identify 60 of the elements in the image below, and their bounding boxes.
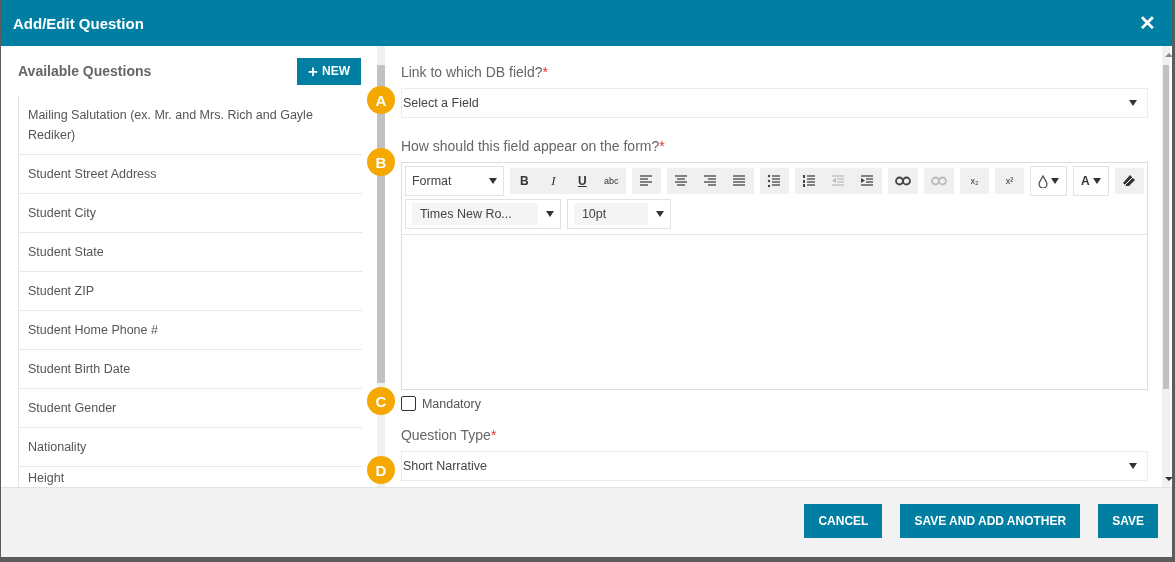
toolbar-button[interactable]: B [509, 168, 539, 194]
field-label: Question Type* [400, 427, 498, 443]
toolbar-button[interactable]: A [1073, 167, 1108, 195]
link-icon [894, 176, 911, 186]
align-center-icon [674, 174, 689, 188]
checkbox[interactable] [400, 396, 416, 411]
checkbox-label: Mandatory [421, 396, 481, 411]
scroll-down-icon [1164, 477, 1172, 481]
outdent-icon [831, 174, 846, 188]
footer-button[interactable]: CANCEL [804, 503, 883, 538]
new-button[interactable]: + NEW [297, 57, 361, 85]
field-label: Link to which DB field?* [400, 64, 549, 80]
font-dropdown[interactable]: Times New Ro... [404, 199, 561, 229]
caret-icon [1128, 100, 1137, 106]
panel-title: Available Questions [18, 63, 152, 79]
caret-icon [655, 211, 664, 217]
scrollbar[interactable] [1161, 46, 1170, 487]
rich-text-editor[interactable]: Format B I U abc x₂ x² A Times New Ro... 10pt [400, 162, 1148, 390]
question-type-select[interactable]: Short Narrative [400, 451, 1148, 481]
droplet-icon [1037, 174, 1048, 188]
align-left-icon [639, 174, 654, 188]
toolbar-button[interactable]: I [538, 168, 568, 194]
toolbar-button[interactable]: abc [596, 168, 626, 194]
question-item[interactable]: Nationality [19, 428, 362, 467]
question-item[interactable]: Student Birth Date [19, 350, 362, 389]
caret-icon [1128, 463, 1137, 469]
caret-icon [545, 211, 554, 217]
indent-icon [860, 174, 875, 188]
footer-button[interactable]: SAVE AND ADD ANOTHER [900, 503, 1081, 538]
question-item[interactable]: Student Home Phone # [19, 311, 362, 350]
question-item[interactable]: Student ZIP [19, 272, 362, 311]
caret-icon [1092, 178, 1101, 184]
toolbar-button[interactable]: x² [994, 168, 1024, 194]
footer-button[interactable]: SAVE [1098, 503, 1158, 538]
size-dropdown[interactable]: 10pt [566, 199, 671, 229]
db-field-select[interactable]: Select a Field [400, 88, 1148, 118]
toolbar-button[interactable]: U [567, 168, 597, 194]
question-item[interactable]: Mailing Salutation (ex. Mr. and Mrs. Rich and Gayle Rediker) [19, 96, 362, 155]
justify-icon [732, 174, 747, 188]
callout-marker: D [367, 456, 395, 484]
question-item[interactable]: Student City [19, 194, 362, 233]
caret-icon [488, 178, 497, 184]
callout-marker: A [367, 86, 395, 114]
close-button[interactable]: ✕ [1135, 11, 1160, 35]
scroll-up-icon [1164, 53, 1172, 57]
caret-icon [1050, 178, 1059, 184]
toolbar-button[interactable]: x₂ [959, 168, 989, 194]
callout-marker: C [367, 387, 395, 415]
question-item[interactable]: Student Gender [19, 389, 362, 428]
bullet-list-icon [767, 174, 782, 188]
unlink-icon [930, 176, 947, 186]
field-label: How should this field appear on the form?* [400, 138, 666, 154]
numbered-list-icon [802, 174, 817, 188]
question-item[interactable]: Student Street Address [19, 155, 362, 194]
eraser-icon [1122, 174, 1137, 188]
dialog-title: Add/Edit Question [13, 14, 144, 32]
format-dropdown[interactable]: Format [404, 166, 504, 196]
align-right-icon [703, 174, 718, 188]
question-item[interactable]: Student State [19, 233, 362, 272]
callout-marker: B [367, 148, 395, 176]
